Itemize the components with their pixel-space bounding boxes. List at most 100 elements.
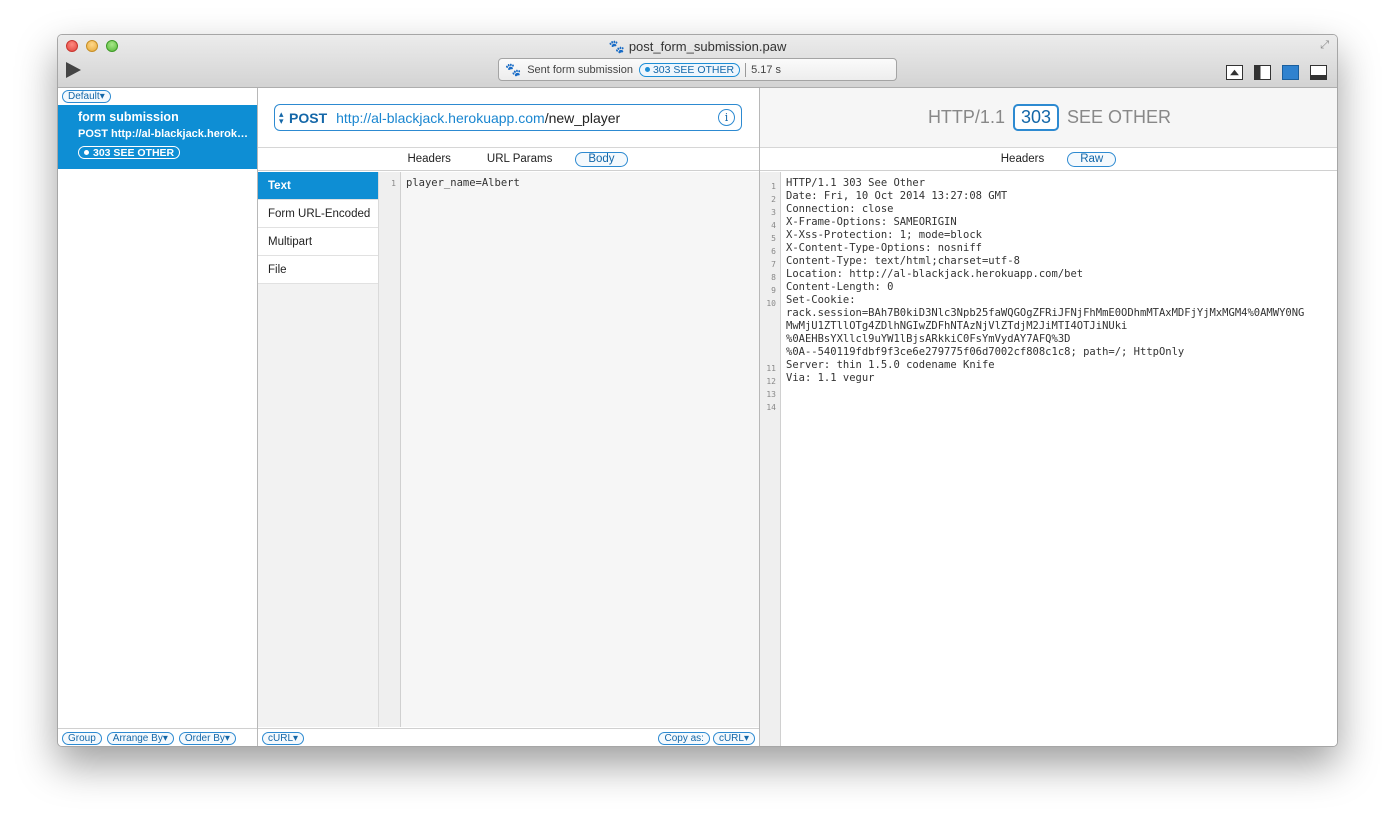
status-badge-label: 303 SEE OTHER [652,63,735,76]
send-request-button[interactable] [66,62,81,78]
line-number: 5 [771,234,776,243]
response-line: Set-Cookie: [786,294,856,306]
line-number: 4 [771,221,776,230]
line-number [760,349,776,362]
response-line: X-Frame-Options: SAMEORIGIN [786,216,957,228]
line-number: 8 [771,273,776,282]
response-line [786,398,1304,411]
request-summary: POST http://al-blackjack.herokuapp.com/n… [78,128,250,140]
info-icon[interactable]: i [718,109,735,126]
response-line: Via: 1.1 vegur [786,372,875,384]
copy-as-button[interactable]: Copy as: [658,732,710,745]
line-number [760,336,776,349]
layout-split-icon[interactable] [1282,65,1299,80]
status-display: 🐾 Sent form submission 303 SEE OTHER 5.1… [498,58,897,81]
tab-response-headers[interactable]: Headers [983,153,1062,165]
line-number-gutter: 1 [379,172,401,727]
layout-bottom-icon[interactable] [1310,65,1327,80]
line-number: 10 [766,299,776,308]
layout-left-icon[interactable] [1254,65,1271,80]
body-type-form-url-encoded[interactable]: Form URL-Encoded [258,200,378,228]
url-path[interactable]: /new_player [545,110,621,126]
body-text[interactable]: player_name=Albert [406,177,520,190]
body-type-list: Text Form URL-Encoded Multipart File [258,172,379,727]
response-pane: HTTP/1.1 303 SEE OTHER Headers Raw 12345… [760,88,1337,746]
order-by-button[interactable]: Order By ▾ [178,732,236,745]
response-reason: SEE OTHER [1067,107,1172,127]
request-name: form submission [78,110,179,124]
paw-icon: 🐾 [608,39,625,54]
response-line: Connection: close [786,203,894,215]
response-line: X-Xss-Protection: 1; mode=block [786,229,982,241]
body-type-text[interactable]: Text [258,172,378,200]
line-number-gutter: 1 2 3 4 5 6 7 8 9 10 11 12 13 14 [760,172,781,746]
response-protocol: HTTP/1.1 [927,107,1005,127]
tab-headers[interactable]: Headers [389,153,468,165]
group-button[interactable]: Group [62,732,102,745]
arrange-by-button[interactable]: Arrange By ▾ [106,732,174,745]
request-header: ▴ ▾ POST http://al-blackjack.herokuapp.co… [258,88,759,148]
response-raw-text[interactable]: HTTP/1.1 303 See Other Date: Fri, 10 Oct … [786,177,1304,411]
window-title-text: post_form_submission.paw [628,39,787,54]
response-line: Date: Fri, 10 Oct 2014 13:27:08 GMT [786,190,1008,202]
request-status-label: 303 SEE OTHER [93,146,175,159]
response-line: X-Content-Type-Options: nosniff [786,242,982,254]
line-number: 12 [766,377,776,386]
status-dot-icon [84,150,89,155]
status-dot-icon [644,67,650,72]
arrange-by-label: Arrange By [112,733,163,744]
line-number: 1 [771,182,776,191]
app-window: 🐾 post_form_submission.paw ⤢ 🐾 Sent form … [57,34,1338,747]
layout-switcher [1226,65,1327,80]
tab-body[interactable]: Body [575,151,628,167]
request-footer: cURL ▾ Copy as: cURL ▾ [258,728,759,746]
line-number: 7 [771,260,776,269]
layout-top-icon[interactable] [1226,65,1243,80]
elapsed-time: 5.17 s [751,63,782,76]
title-bar: 🐾 post_form_submission.paw ⤢ 🐾 Sent form … [58,35,1337,88]
body-type-multipart[interactable]: Multipart [258,228,378,256]
body-editor[interactable]: 1 player_name=Albert [379,172,759,727]
copy-format-label: cURL [718,733,744,744]
line-number: 3 [771,208,776,217]
response-line [786,385,1304,398]
group-selector[interactable]: Default ▾ [62,90,111,103]
body-type-file[interactable]: File [258,256,378,284]
response-line: Content-Type: text/html;charset=utf-8 [786,255,1020,267]
method-selector[interactable]: POST [289,110,327,126]
sidebar-item-form-submission[interactable]: form submission POST http://al-blackjack… [58,105,257,169]
response-line: rack.session=BAh7B0kiD3Nlc3Npb25faWQGOgZ… [786,307,1305,319]
request-status-badge: 303 SEE OTHER [78,146,181,159]
response-line: Content-Length: 0 [786,281,894,293]
curl-import-label: cURL [268,733,294,744]
line-number: 13 [766,390,776,399]
request-tabs: Headers URL Params Body [258,148,759,171]
copy-format-selector[interactable]: cURL ▾ [712,732,755,745]
window-title: 🐾 post_form_submission.paw [58,39,1337,55]
line-number: 9 [771,286,776,295]
divider [745,62,747,77]
url-bar[interactable]: ▴ ▾ POST http://al-blackjack.herokuapp.co… [274,104,742,131]
response-line: Location: http://al-blackjack.herokuapp.… [786,268,1084,280]
response-raw-view[interactable]: 1 2 3 4 5 6 7 8 9 10 11 12 13 14 HTTP/1.1 303 See Oth… [760,172,1337,746]
response-line: Server: thin 1.5.0 codename Knife [786,359,995,371]
sidebar-footer: Group Arrange By ▾ Order By ▾ [58,728,257,746]
paw-icon: 🐾 [505,61,522,77]
tab-url-params[interactable]: URL Params [469,153,570,165]
curl-import-button[interactable]: cURL ▾ [262,732,305,745]
response-line: %0AEHBsYXllcl9uYW1lBjsARkkiC0FsYmVydAY7A… [786,333,1071,345]
response-line: %0A--540119fdbf9f3ce6e279775f06d7002cf80… [786,346,1185,358]
status-badge[interactable]: 303 SEE OTHER [638,62,741,77]
line-number: 6 [771,247,776,256]
response-line: MwMjU1ZTllOTg4ZDlhNGIwZDFhNTAzNjVlZTdjM2… [786,320,1128,332]
fullscreen-icon[interactable]: ⤢ [1320,39,1329,52]
url-host[interactable]: http://al-blackjack.herokuapp.com [336,110,545,126]
method-stepper-icon[interactable]: ▴ ▾ [279,109,287,125]
response-code-badge: 303 [1012,104,1060,131]
line-number [760,323,776,336]
status-text: Sent form submission [527,63,633,76]
line-number: 11 [766,364,776,373]
line-number: 2 [771,195,776,204]
tab-response-raw[interactable]: Raw [1067,151,1117,167]
request-pane: ▴ ▾ POST http://al-blackjack.herokuapp.co… [258,88,760,746]
